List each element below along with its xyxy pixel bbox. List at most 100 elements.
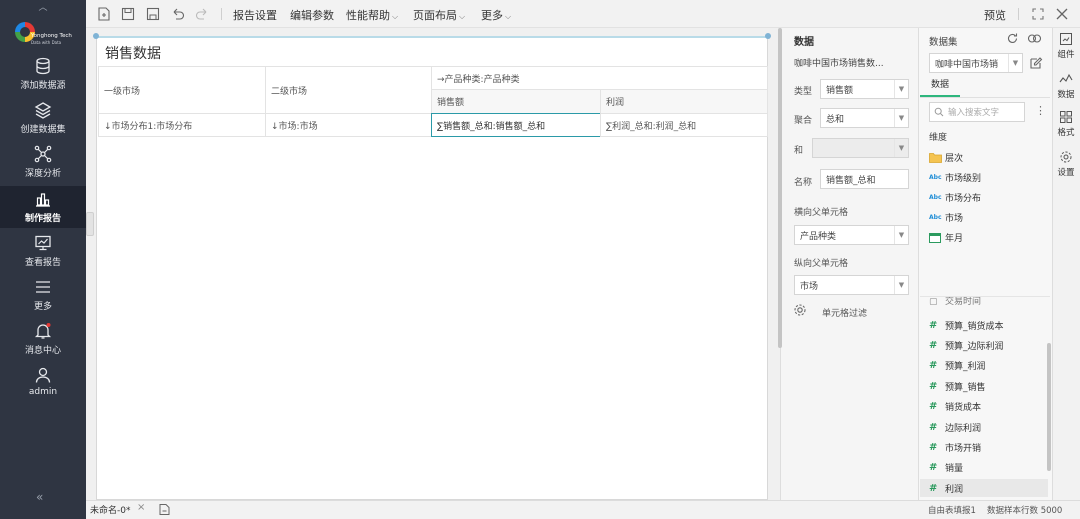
strip-components[interactable]: 组件	[1052, 32, 1080, 60]
field-hierarchy[interactable]: 层次	[929, 148, 1047, 166]
sidebar-scroll-up-icon[interactable]: ︿	[36, 0, 50, 13]
toolbar-separator	[1018, 8, 1019, 20]
cell-profit-sum[interactable]: ∑利润_总和:利润_总和	[600, 113, 768, 137]
chevron-down-icon: ⌵	[505, 12, 512, 21]
collapse-sidebar-icon[interactable]: «	[36, 490, 43, 504]
logo-brand: Yonghong Tech	[31, 33, 72, 39]
measure-volume[interactable]: # 销量	[929, 458, 1047, 476]
edit-params-menu[interactable]: 编辑参数	[290, 7, 334, 23]
save-as-icon[interactable]	[145, 6, 161, 22]
aggregate-select[interactable]: 总和 ▼	[820, 108, 909, 128]
page-layout-menu[interactable]: 页面布局 ⌵	[413, 7, 465, 23]
dataset-select[interactable]: 咖啡中国市场销 ▼	[929, 53, 1023, 73]
perf-help-label: 性能帮助	[346, 9, 390, 22]
field-market-level[interactable]: Abc 市场级别	[929, 168, 1047, 186]
field-label: 边际利润	[945, 423, 982, 434]
fullscreen-icon[interactable]	[1030, 6, 1046, 22]
perf-help-menu[interactable]: 性能帮助 ⌵	[346, 7, 398, 23]
sidebar-item-view-report[interactable]: 查看报告	[0, 234, 86, 278]
new-tab-icon[interactable]	[158, 503, 171, 516]
number-icon: #	[929, 319, 938, 331]
sidebar-item-label: 创建数据集	[20, 125, 66, 135]
sidebar-item-messages[interactable]: 消息中心	[0, 322, 86, 366]
h-parent-select[interactable]: 产品种类 ▼	[794, 225, 909, 245]
measure-budget-margin[interactable]: # 预算_边际利润	[929, 336, 1047, 354]
gear-icon[interactable]	[793, 303, 807, 317]
column-header-sales[interactable]: 销售额	[431, 89, 601, 114]
close-icon[interactable]	[1054, 6, 1070, 22]
and-select: ▼	[812, 138, 909, 158]
panel-resize-handle[interactable]	[86, 212, 94, 236]
measure-profit[interactable]: # 利润	[920, 479, 1048, 497]
measure-margin[interactable]: # 边际利润	[929, 418, 1047, 436]
refresh-icon[interactable]	[1006, 32, 1019, 45]
dataset-name: 咖啡中国市场销售数...	[794, 59, 884, 69]
sidebar-item-label: 添加数据源	[20, 81, 66, 91]
components-icon	[1060, 33, 1072, 45]
field-label: 销货成本	[945, 402, 982, 413]
field-label: 预算_销货成本	[945, 321, 1004, 332]
bar-chart-icon	[36, 193, 50, 207]
cell-sales-sum[interactable]: ∑销售额_总和:销售额_总和	[431, 113, 601, 137]
measure-marketing[interactable]: # 市场开销	[929, 438, 1047, 456]
link-dataset-icon[interactable]	[1027, 32, 1042, 45]
redo-icon[interactable]	[194, 6, 210, 22]
measure-cogs[interactable]: # 销货成本	[929, 397, 1047, 415]
type-select[interactable]: 销售额 ▼	[820, 79, 909, 99]
undo-icon[interactable]	[170, 6, 186, 22]
more-options-icon[interactable]: ⋮	[1035, 104, 1046, 117]
close-tab-icon[interactable]: ×	[137, 502, 145, 513]
field-market[interactable]: Abc 市场	[929, 208, 1047, 226]
number-icon: #	[929, 400, 938, 412]
measure-budget-profit[interactable]: # 预算_利润	[929, 356, 1047, 374]
resize-handle[interactable]	[93, 33, 99, 39]
abc-icon: Abc	[929, 193, 942, 201]
field-label: 预算_销售	[945, 382, 986, 393]
sidebar-item-more[interactable]: 更多	[0, 278, 86, 322]
sidebar-item-create-dataset[interactable]: 创建数据集	[0, 101, 86, 145]
sidebar-item-make-report[interactable]: 制作报告	[0, 186, 86, 228]
chevron-down-icon: ▼	[894, 226, 908, 244]
more-menu[interactable]: 更多 ⌵	[481, 7, 511, 23]
name-input[interactable]: 销售额_总和	[820, 169, 909, 189]
sidebar-item-label: 消息中心	[24, 346, 61, 356]
dataset-scrollbar[interactable]	[1047, 343, 1051, 471]
report-title[interactable]: 销售数据	[105, 43, 161, 63]
new-report-icon[interactable]	[96, 6, 112, 22]
number-icon: #	[929, 461, 938, 473]
strip-format[interactable]: 格式	[1052, 110, 1080, 138]
edit-icon[interactable]	[1029, 56, 1043, 70]
v-parent-select[interactable]: 市场 ▼	[794, 275, 909, 295]
tab-data[interactable]: 数据	[920, 77, 960, 97]
cell-market[interactable]: ↓市场:市场	[265, 113, 432, 137]
cell-filter-button[interactable]: 单元格过滤	[822, 306, 867, 319]
properties-scrollbar[interactable]	[778, 28, 782, 348]
h-parent-label: 横向父单元格	[794, 208, 849, 218]
abc-icon: Abc	[929, 173, 942, 181]
strip-data[interactable]: 数据	[1052, 72, 1080, 100]
measure-budget-cogs[interactable]: # 预算_销货成本	[929, 316, 1047, 334]
sidebar-item-label: 深度分析	[24, 169, 61, 179]
sidebar-item-add-datasource[interactable]: 添加数据源	[0, 57, 86, 101]
field-label: 年月	[945, 233, 964, 244]
sidebar-item-deep-analysis[interactable]: 深度分析	[0, 145, 86, 189]
report-settings-menu[interactable]: 报告设置	[233, 7, 277, 23]
field-market-distribution[interactable]: Abc 市场分布	[929, 188, 1047, 206]
row-header-primary-market[interactable]: 一级市场	[98, 66, 266, 114]
network-icon	[34, 145, 52, 163]
row-header-secondary-market[interactable]: 二级市场	[265, 66, 432, 114]
strip-settings[interactable]: 设置	[1052, 150, 1080, 178]
column-header-profit[interactable]: 利润	[600, 89, 768, 114]
abc-icon: Abc	[929, 213, 942, 221]
preview-button[interactable]: 预览	[984, 7, 1006, 23]
chevron-down-icon: ▼	[894, 276, 908, 294]
cell-market-distribution[interactable]: ↓市场分布1:市场分布	[98, 113, 266, 137]
save-icon[interactable]	[120, 6, 136, 22]
document-tab[interactable]: 未命名-0*	[90, 503, 130, 516]
measure-budget-sales[interactable]: # 预算_销售	[929, 377, 1047, 395]
column-group-header[interactable]: →产品种类:产品种类	[431, 66, 768, 90]
field-year-month[interactable]: 年月	[929, 228, 1047, 246]
resize-handle[interactable]	[765, 33, 771, 39]
menu-icon	[36, 281, 50, 293]
sidebar-item-admin[interactable]: admin	[0, 366, 86, 410]
